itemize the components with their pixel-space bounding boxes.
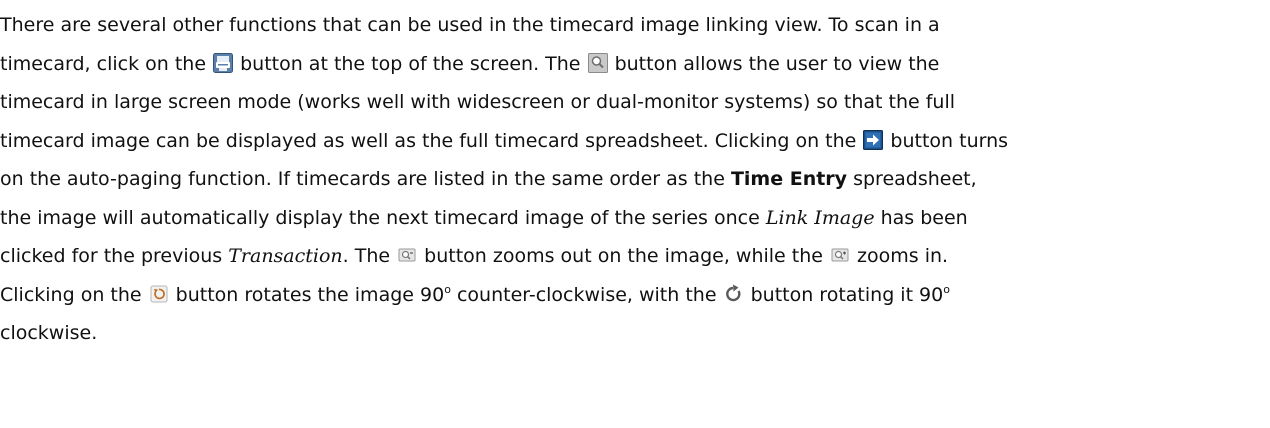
degree-superscript: o	[444, 282, 451, 296]
text-line: on the auto-paging function. If timecard…	[0, 160, 1262, 199]
degree-superscript: o	[943, 282, 950, 296]
text: button rotates the image 90	[169, 283, 445, 306]
text: . The	[342, 245, 397, 267]
text-line: timecard image can be displayed as well …	[0, 122, 1262, 161]
text: has been	[874, 206, 968, 229]
text-line: timecard in large screen mode (works wel…	[0, 83, 1262, 122]
text: clicked for the previous	[0, 245, 229, 267]
text-line: timecard, click on the button at the top…	[0, 45, 1262, 84]
text: button allows the user to view the	[608, 52, 940, 75]
text-line: the image will automatically display the…	[0, 199, 1262, 238]
text: on the auto-paging function. If timecard…	[0, 168, 731, 190]
text-line: clicked for the previous Transaction. Th…	[0, 237, 1262, 276]
text-line: There are several other functions that c…	[0, 6, 1262, 45]
text: the image will automatically display the…	[0, 206, 766, 229]
zoom-out-icon	[397, 245, 417, 265]
text: timecard in large screen mode (works wel…	[0, 91, 956, 113]
scanner-icon	[213, 52, 234, 73]
text: zooms in.	[851, 245, 949, 267]
text: Clicking on the	[0, 283, 148, 306]
text-line: Clicking on the button rotates the image…	[0, 276, 1262, 315]
text: timecard, click on the	[0, 52, 213, 75]
rotate-ccw-icon	[149, 284, 169, 304]
magnifier-icon	[587, 52, 608, 73]
text-line: clockwise.	[0, 314, 1262, 353]
text: button at the top of the screen. The	[234, 52, 587, 75]
zoom-in-icon	[830, 245, 850, 265]
arrow-right-icon	[863, 129, 884, 150]
text: clockwise.	[0, 322, 98, 344]
italic-term: Transaction	[228, 245, 343, 267]
text: button turns	[884, 129, 1009, 152]
text: button zooms out on the image, while the	[418, 245, 829, 267]
text: spreadsheet,	[847, 168, 977, 190]
bold-term: Time Entry	[730, 168, 848, 190]
rotate-cw-icon	[724, 284, 744, 304]
text: counter-clockwise, with the	[450, 283, 723, 306]
text: button rotating it 90	[744, 283, 944, 306]
text: There are several other functions that c…	[0, 14, 940, 36]
instruction-paragraph: There are several other functions that c…	[0, 0, 1262, 353]
italic-term: Link Image	[765, 206, 875, 229]
text: timecard image can be displayed as well …	[0, 129, 863, 152]
